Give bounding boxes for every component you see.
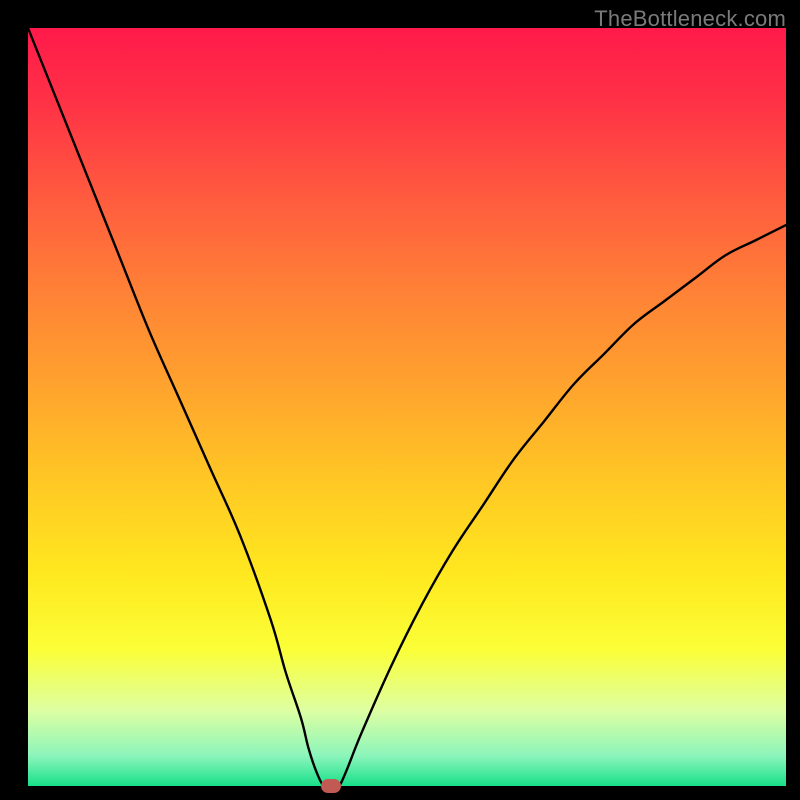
chart-plot [28, 28, 786, 786]
trough-marker [321, 779, 341, 793]
chart-frame: TheBottleneck.com [0, 0, 800, 800]
plot-background [28, 28, 786, 786]
watermark-text: TheBottleneck.com [594, 6, 786, 32]
